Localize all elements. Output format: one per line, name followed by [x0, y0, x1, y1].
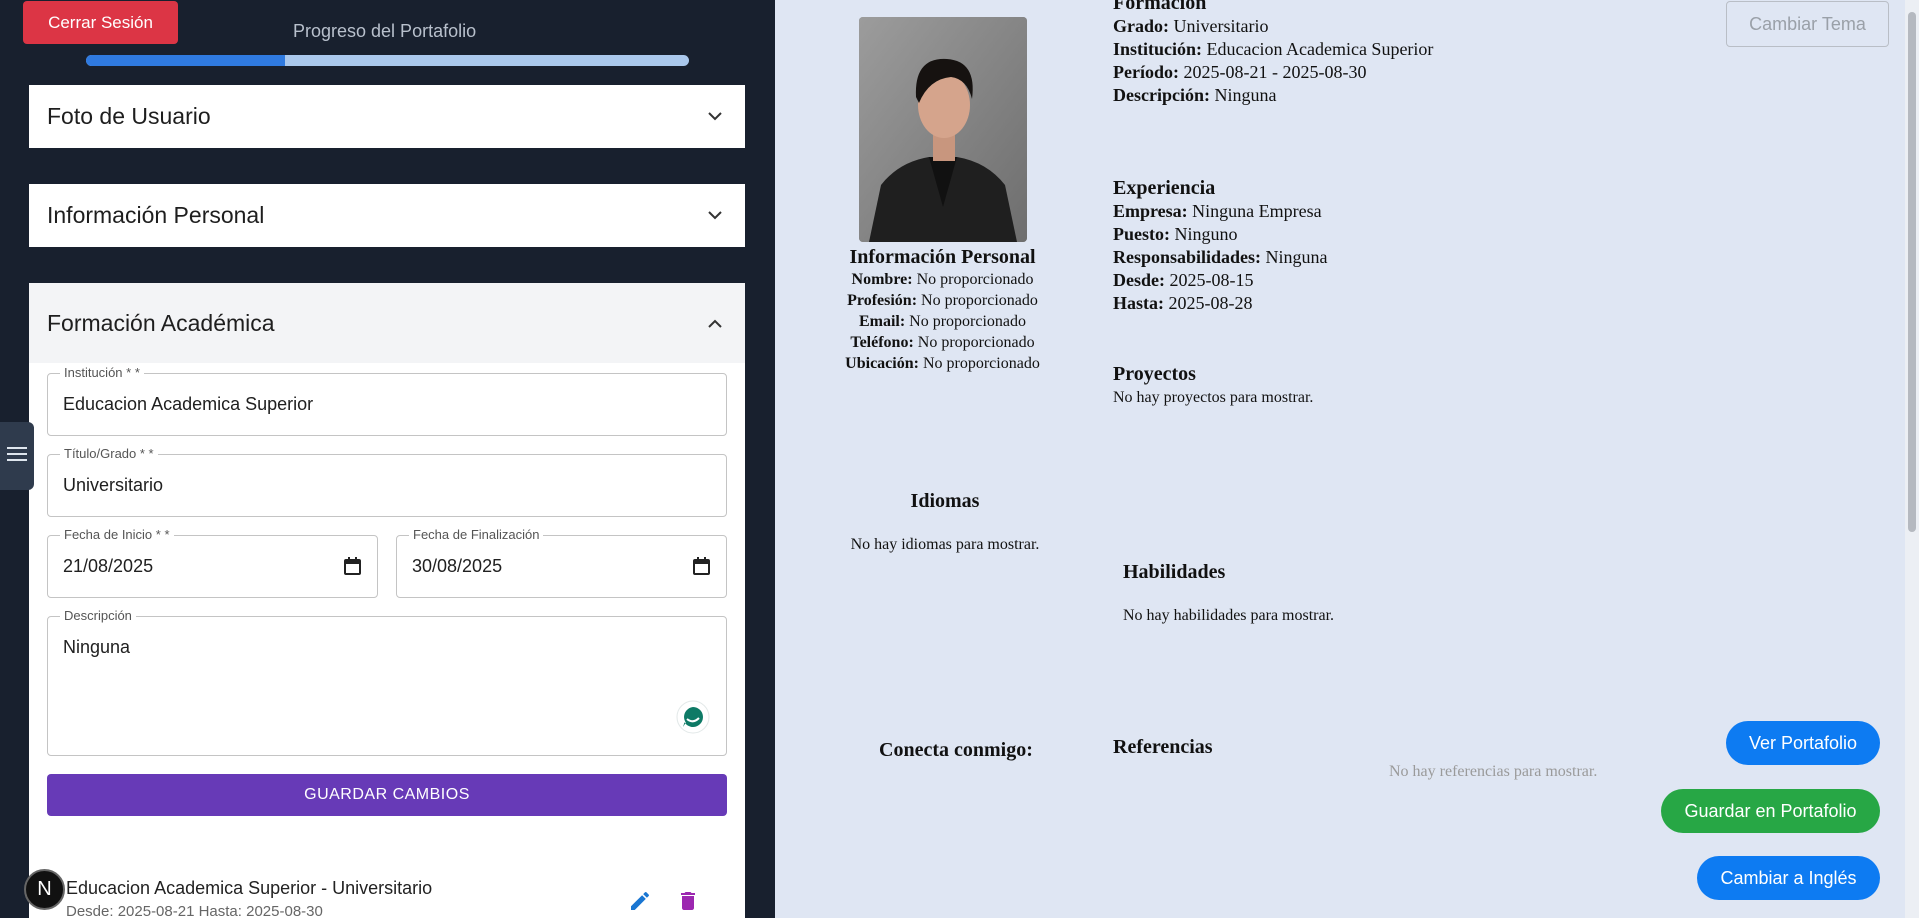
section-title: Formación Académica [47, 309, 275, 336]
phone-line: Teléfono: No proporcionado [850, 334, 1035, 351]
languages-empty: No hay idiomas para mostrar. [850, 536, 1040, 553]
chevron-down-icon[interactable] [703, 105, 727, 129]
end-date-value: 30/08/2025 [412, 556, 503, 576]
institution-label: Institución * * [60, 365, 144, 380]
start-date-value: 21/08/2025 [63, 556, 154, 576]
menu-icon [7, 446, 27, 467]
chevron-up-icon[interactable] [703, 311, 727, 335]
title-field[interactable]: Título/Grado * * Universitario [47, 446, 727, 517]
description-line: Descripción: Ninguna [1113, 85, 1277, 105]
references-empty: No hay referencias para mostrar. [1389, 763, 1598, 780]
title-label: Título/Grado * * [60, 446, 158, 461]
logout-button[interactable]: Cerrar Sesión [23, 1, 178, 44]
name-line: Nombre: No proporcionado [851, 271, 1034, 288]
view-portfolio-button[interactable]: Ver Portafolio [1726, 721, 1880, 765]
description-label: Descripción [60, 608, 136, 623]
from-line: Desde: 2025-08-15 [1113, 270, 1254, 290]
save-portfolio-button[interactable]: Guardar en Portafolio [1661, 789, 1880, 833]
scrollbar[interactable] [1905, 0, 1919, 918]
projects-heading: Proyectos [1113, 363, 1196, 385]
editor-panel: Cerrar Sesión Progreso del Portafolio Fo… [0, 0, 775, 918]
formation-block: Formación Grado: Universitario Instituci… [1113, 0, 1433, 107]
assistant-icon[interactable] [676, 700, 710, 739]
grade-line: Grado: Universitario [1113, 16, 1269, 36]
scrollbar-thumb[interactable] [1908, 12, 1916, 532]
description-field[interactable]: Descripción Ninguna [47, 608, 727, 756]
section-user-photo[interactable]: Foto de Usuario [29, 85, 745, 148]
chevron-down-icon[interactable] [703, 204, 727, 228]
profession-line: Profesión: No proporcionado [847, 292, 1038, 309]
section-personal-info[interactable]: Información Personal [29, 184, 745, 247]
languages-block: Idiomas No hay idiomas para mostrar. [835, 490, 1055, 556]
title-value: Universitario [63, 475, 164, 495]
period-line: Período: 2025-08-21 - 2025-08-30 [1113, 62, 1367, 82]
languages-heading: Idiomas [910, 490, 980, 512]
academic-entry-title: Educacion Academica Superior - Universit… [66, 878, 433, 898]
personal-info-block: Información Personal Nombre: No proporci… [815, 247, 1070, 374]
delete-icon[interactable] [676, 889, 700, 918]
calendar-icon[interactable] [693, 557, 710, 580]
role-line: Puesto: Ninguno [1113, 224, 1238, 244]
responsibilities-line: Responsabilidades: Ninguna [1113, 247, 1328, 267]
switch-english-button[interactable]: Cambiar a Inglés [1697, 856, 1880, 900]
section-title: Información Personal [47, 202, 265, 228]
end-date-field[interactable]: Fecha de Finalización 30/08/2025 [396, 527, 727, 598]
email-line: Email: No proporcionado [858, 313, 1027, 330]
references-heading-block: Referencias [1113, 736, 1213, 759]
progress-fill [86, 55, 285, 66]
section-academic-header[interactable]: Formación Académica [29, 283, 745, 363]
end-date-label: Fecha de Finalización [409, 527, 544, 542]
dev-badge[interactable]: N [24, 869, 65, 910]
institution-value: Educacion Academica Superior [63, 394, 314, 414]
change-theme-button[interactable]: Cambiar Tema [1726, 1, 1889, 47]
portfolio-preview: Información Personal Nombre: No proporci… [775, 0, 1919, 918]
institution-field[interactable]: Institución * * Educacion Academica Supe… [47, 365, 727, 436]
calendar-icon[interactable] [344, 557, 361, 580]
academic-entry-dates: Desde: 2025-08-21 Hasta: 2025-08-30 [66, 903, 323, 918]
institution-line: Institución: Educacion Academica Superio… [1113, 39, 1434, 59]
start-date-field[interactable]: Fecha de Inicio * * 21/08/2025 [47, 527, 378, 598]
connect-block: Conecta conmigo: [879, 739, 1033, 762]
personal-info-heading: Información Personal [849, 246, 1036, 268]
save-changes-button[interactable]: GUARDAR CAMBIOS [47, 774, 727, 816]
profile-photo [859, 17, 1027, 242]
section-title: Foto de Usuario [47, 103, 211, 129]
skills-heading: Habilidades [1123, 561, 1226, 583]
experience-block: Experiencia Empresa: Ninguna Empresa Pue… [1113, 177, 1328, 315]
references-heading: Referencias [1113, 736, 1213, 758]
formation-heading: Formación [1113, 0, 1207, 14]
start-date-label: Fecha de Inicio * * [60, 527, 174, 542]
skills-block: Habilidades No hay habilidades para most… [1123, 561, 1334, 627]
edit-icon[interactable] [628, 889, 652, 918]
connect-heading: Conecta conmigo: [879, 739, 1033, 761]
menu-toggle[interactable] [0, 422, 34, 490]
projects-empty: No hay proyectos para mostrar. [1113, 389, 1314, 406]
location-line: Ubicación: No proporcionado [845, 355, 1040, 372]
description-value: Ninguna [63, 637, 131, 657]
experience-heading: Experiencia [1113, 177, 1216, 199]
skills-empty: No hay habilidades para mostrar. [1123, 607, 1335, 624]
company-line: Empresa: Ninguna Empresa [1113, 201, 1322, 221]
projects-block: Proyectos No hay proyectos para mostrar. [1113, 363, 1313, 409]
progress-bar [86, 55, 689, 66]
to-line: Hasta: 2025-08-28 [1113, 293, 1253, 313]
progress-label: Progreso del Portafolio [293, 21, 477, 41]
